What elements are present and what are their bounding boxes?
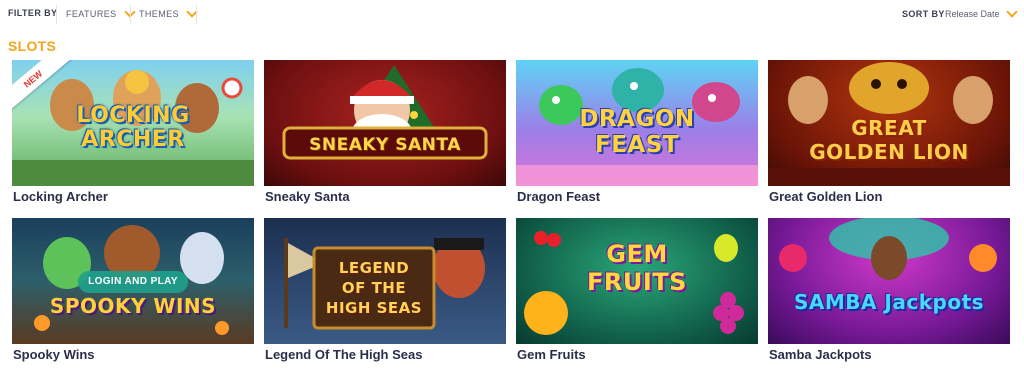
- game-title[interactable]: Dragon Feast: [517, 189, 600, 204]
- divider: [56, 5, 57, 24]
- game-title[interactable]: Gem Fruits: [517, 347, 586, 362]
- game-thumbnail[interactable]: LOCKING ARCHER NEW: [12, 60, 254, 186]
- game-card-dragon-feast[interactable]: DRAGON FEAST Dragon Feast: [516, 60, 758, 204]
- game-logo: GREAT GOLDEN LION: [809, 116, 969, 164]
- themes-dropdown[interactable]: THEMES: [139, 4, 198, 24]
- game-title[interactable]: Locking Archer: [13, 189, 108, 204]
- game-thumbnail[interactable]: GREAT GOLDEN LION: [768, 60, 1010, 186]
- game-thumbnail[interactable]: SPOOKY WINS LOGIN AND PLAY: [12, 218, 254, 344]
- themes-dropdown-label: THEMES: [139, 9, 179, 19]
- game-thumbnail[interactable]: LEGEND OF THE HIGH SEAS: [264, 218, 506, 344]
- game-logo: LOCKING ARCHER: [76, 103, 190, 152]
- login-and-play-button[interactable]: LOGIN AND PLAY: [78, 271, 188, 293]
- game-card-great-golden-lion[interactable]: GREAT GOLDEN LION Great Golden Lion: [768, 60, 1010, 204]
- game-title[interactable]: Spooky Wins: [13, 347, 95, 362]
- game-thumbnail[interactable]: SNEAKY SANTA: [264, 60, 506, 186]
- game-logo: LEGEND OF THE HIGH SEAS: [325, 259, 423, 317]
- game-title[interactable]: Great Golden Lion: [769, 189, 882, 204]
- game-card-legend-of-the-high-seas[interactable]: LEGEND OF THE HIGH SEAS Legend Of The Hi…: [264, 218, 506, 362]
- game-card-spooky-wins[interactable]: SPOOKY WINS LOGIN AND PLAY Spooky Wins: [12, 218, 254, 362]
- game-logo: SPOOKY WINS: [49, 294, 217, 318]
- game-thumbnail[interactable]: SAMBA Jackpots: [768, 218, 1010, 344]
- divider: [130, 5, 131, 24]
- game-card-samba-jackpots[interactable]: SAMBA Jackpots Samba Jackpots: [768, 218, 1010, 362]
- game-card-gem-fruits[interactable]: GEM FRUITS Gem Fruits: [516, 218, 758, 362]
- game-card-sneaky-santa[interactable]: SNEAKY SANTA Sneaky Santa: [264, 60, 506, 204]
- game-logo: SAMBA Jackpots: [793, 290, 985, 314]
- game-thumbnail[interactable]: GEM FRUITS: [516, 218, 758, 344]
- divider: [196, 5, 197, 24]
- sort-by-label: SORT BY: [902, 9, 945, 19]
- game-artwork: [779, 218, 997, 280]
- chevron-down-icon: [1005, 6, 1018, 18]
- game-logo: SNEAKY SANTA: [309, 135, 461, 155]
- features-dropdown-label: FEATURES: [66, 9, 117, 19]
- game-artwork: [282, 65, 488, 160]
- game-card-locking-archer[interactable]: LOCKING ARCHER NEW Locking Archer: [12, 60, 254, 204]
- game-logo: DRAGON FEAST: [579, 106, 695, 158]
- features-dropdown[interactable]: FEATURES: [66, 4, 136, 24]
- game-thumbnail[interactable]: DRAGON FEAST: [516, 60, 758, 186]
- filter-by-label: FILTER BY: [8, 8, 58, 18]
- game-title[interactable]: Samba Jackpots: [769, 347, 872, 362]
- game-logo: GEM FRUITS: [587, 240, 687, 296]
- filter-bar: FILTER BY FEATURES THEMES SORT BY Releas…: [0, 0, 1024, 28]
- game-title[interactable]: Legend Of The High Seas: [265, 347, 422, 362]
- sort-dropdown[interactable]: Release Date: [945, 4, 1018, 24]
- section-title: SLOTS: [8, 38, 57, 54]
- game-title[interactable]: Sneaky Santa: [265, 189, 350, 204]
- sort-dropdown-value: Release Date: [945, 9, 1000, 19]
